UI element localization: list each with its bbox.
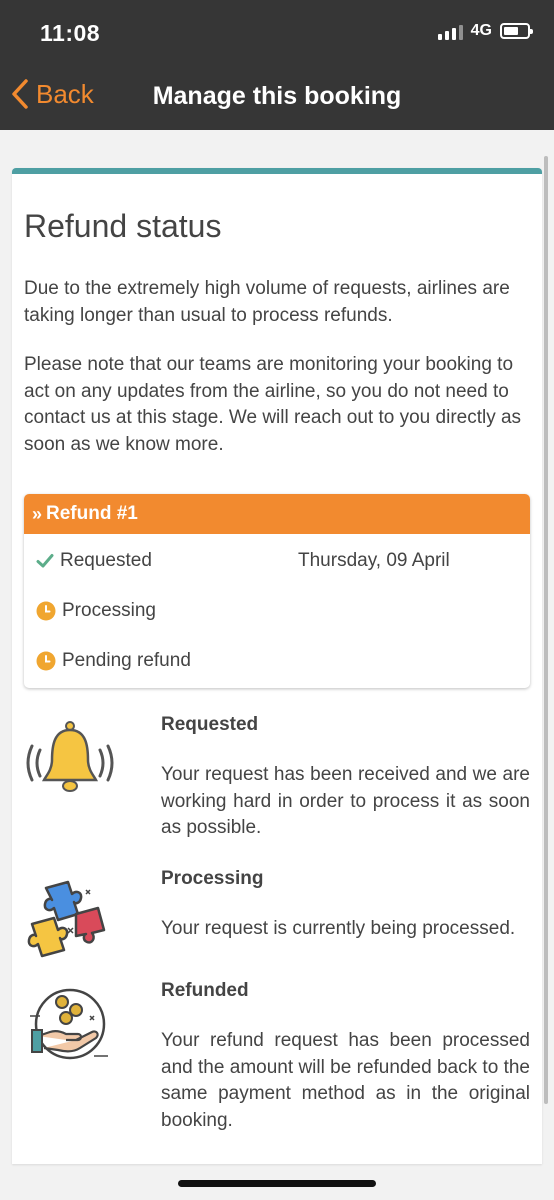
double-chevron-icon: » bbox=[32, 503, 42, 524]
battery-icon bbox=[500, 23, 533, 39]
status-indicators: 4G bbox=[437, 22, 533, 40]
step-date: Thursday, 09 April bbox=[298, 550, 450, 571]
refund-header-label: Refund #1 bbox=[46, 503, 138, 524]
top-bar: 11:08 4G Back Manage this booking bbox=[0, 0, 554, 130]
check-icon bbox=[36, 554, 54, 568]
coins-hand-icon bbox=[30, 988, 108, 1060]
scrollbar[interactable] bbox=[544, 156, 548, 1104]
info-title-requested: Requested bbox=[161, 714, 259, 735]
card-title: Refund status bbox=[24, 208, 222, 244]
timeline-step-requested: Requested Thursday, 09 April bbox=[36, 550, 450, 572]
refund-status-card: Refund status Due to the extremely high … bbox=[12, 168, 542, 1164]
step-label: Processing bbox=[62, 600, 156, 621]
signal-icon bbox=[437, 22, 463, 40]
info-paragraph-2: Please note that our teams are monitorin… bbox=[24, 354, 522, 455]
puzzle-icon bbox=[27, 880, 106, 958]
status-time: 11:08 bbox=[40, 20, 101, 46]
home-indicator[interactable] bbox=[178, 1180, 376, 1187]
page-title: Manage this booking bbox=[152, 82, 402, 110]
bell-icon bbox=[26, 721, 114, 792]
info-text-processing: Your request is currently being processe… bbox=[161, 918, 516, 939]
info-title-processing: Processing bbox=[161, 868, 264, 889]
network-type: 4G bbox=[470, 22, 492, 39]
info-text-requested: Your request has been received and we ar… bbox=[161, 764, 530, 838]
step-label: Requested bbox=[60, 550, 152, 571]
clock-icon bbox=[36, 651, 56, 671]
refund-timeline: » Refund #1 Requested Thursday, 09 April… bbox=[24, 494, 530, 688]
info-title-refunded: Refunded bbox=[161, 980, 249, 1001]
info-text-refunded: Your refund request has been processed a… bbox=[161, 1030, 530, 1131]
refund-header[interactable]: » Refund #1 bbox=[24, 494, 530, 534]
timeline-step-processing: Processing bbox=[36, 600, 156, 622]
clock-icon bbox=[36, 601, 56, 621]
step-label: Pending refund bbox=[62, 650, 191, 671]
info-paragraph-1: Due to the extremely high volume of requ… bbox=[24, 278, 510, 326]
timeline-step-pending: Pending refund bbox=[36, 650, 191, 672]
